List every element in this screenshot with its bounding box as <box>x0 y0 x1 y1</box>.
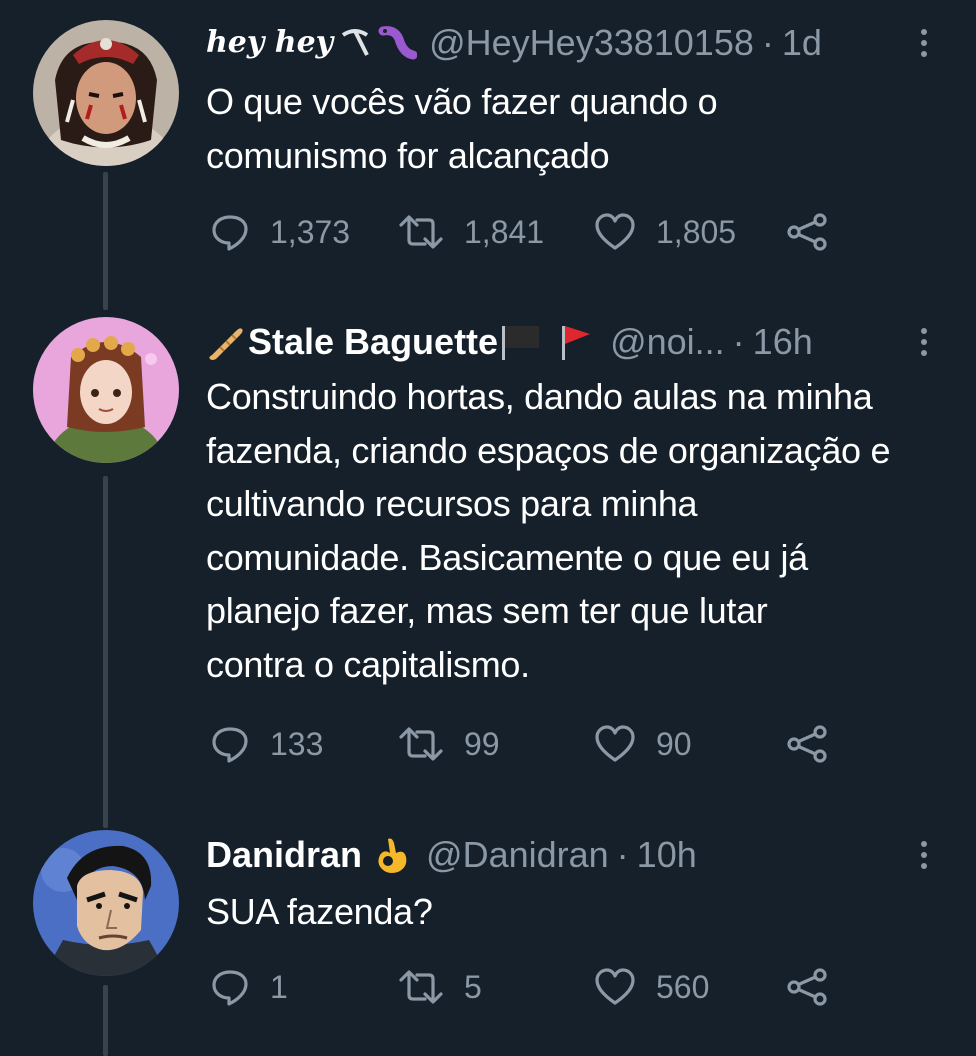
separator-dot: · <box>732 321 745 362</box>
reply-count: 1,373 <box>270 213 351 250</box>
reply-icon <box>212 215 248 251</box>
worm-emoji <box>377 23 418 63</box>
user-handle[interactable]: @HeyHey33810158 <box>429 18 754 68</box>
user-handle[interactable]: @noi... <box>610 317 725 367</box>
separator-dot: · <box>761 22 774 63</box>
tweet-header: Stale Baguette @noi... · 16h <box>206 317 916 367</box>
timestamp[interactable]: 10h <box>637 830 697 880</box>
pickaxe-emoji <box>339 27 371 59</box>
avatar-image <box>33 317 179 463</box>
retweet-icon <box>399 970 443 1004</box>
share-button[interactable] <box>786 719 830 769</box>
tweet[interactable]: Stale Baguette @noi... · 16h Construindo… <box>0 300 976 815</box>
reply-button[interactable]: 1,373 <box>210 207 350 257</box>
tweet[interactable]: Danidran @Danidran · 10h SUA fazenda? 1 … <box>0 815 976 1056</box>
heart-icon <box>595 725 635 762</box>
share-button[interactable] <box>786 207 830 257</box>
reply-count: 133 <box>270 725 324 762</box>
like-count: 560 <box>656 968 710 1005</box>
retweet-count: 5 <box>464 968 482 1005</box>
reply-button[interactable]: 133 <box>210 719 323 769</box>
separator-dot: · <box>616 834 629 875</box>
like-count: 90 <box>656 725 692 762</box>
avatar[interactable] <box>33 20 179 166</box>
retweet-button[interactable]: 99 <box>398 719 500 769</box>
retweet-button[interactable]: 1,841 <box>398 207 544 257</box>
timestamp[interactable]: 1d <box>782 18 822 68</box>
reply-count: 1 <box>270 968 288 1005</box>
share-icon <box>787 725 827 763</box>
like-button[interactable]: 90 <box>594 719 692 769</box>
tweet-text: Construindo hortas, dando aulas na minha… <box>206 376 891 685</box>
display-name[interactable]: Danidran <box>206 830 362 880</box>
reply-icon <box>212 727 248 763</box>
share-icon <box>787 213 827 251</box>
tweet-actions: 133 99 90 <box>210 719 850 769</box>
more-options-icon[interactable] <box>912 18 936 68</box>
retweet-icon <box>399 727 443 761</box>
like-button[interactable]: 560 <box>594 962 709 1012</box>
tweet-actions: 1,373 1,841 1,805 <box>210 207 850 257</box>
avatar-image <box>33 20 179 166</box>
retweet-count: 1,841 <box>464 213 545 250</box>
timestamp[interactable]: 16h <box>753 317 813 367</box>
black-flag-emoji <box>500 322 546 362</box>
tweet-header: Danidran @Danidran · 10h <box>206 830 916 880</box>
tweet[interactable]: hey hey @HeyHey33810158 · 1d O que vocês… <box>0 0 976 300</box>
display-name[interactable]: hey hey <box>206 18 333 68</box>
reply-icon <box>212 970 248 1006</box>
avatar-image <box>33 830 179 976</box>
retweet-count: 99 <box>464 725 500 762</box>
more-options-icon[interactable] <box>912 830 936 880</box>
tweet-text: SUA fazenda? <box>206 891 433 932</box>
display-name[interactable]: Stale Baguette <box>248 317 498 367</box>
tweet-text: O que vocês vão fazer quando o comunismo… <box>206 81 718 176</box>
avatar[interactable] <box>33 317 179 463</box>
share-icon <box>787 968 827 1006</box>
retweet-button[interactable]: 5 <box>398 962 482 1012</box>
more-options-icon[interactable] <box>912 317 936 367</box>
reply-button[interactable]: 1 <box>210 962 288 1012</box>
like-count: 1,805 <box>656 213 737 250</box>
like-button[interactable]: 1,805 <box>594 207 736 257</box>
ok-hand-emoji <box>374 835 410 875</box>
tweet-header: hey hey @HeyHey33810158 · 1d <box>206 18 916 68</box>
red-flag-emoji <box>560 322 594 362</box>
tweet-actions: 1 5 560 <box>210 962 850 1012</box>
baguette-emoji <box>206 323 244 361</box>
avatar[interactable] <box>33 830 179 976</box>
retweet-icon <box>399 215 443 249</box>
heart-icon <box>595 213 635 250</box>
share-button[interactable] <box>786 962 830 1012</box>
heart-icon <box>595 968 635 1005</box>
user-handle[interactable]: @Danidran <box>426 830 609 880</box>
